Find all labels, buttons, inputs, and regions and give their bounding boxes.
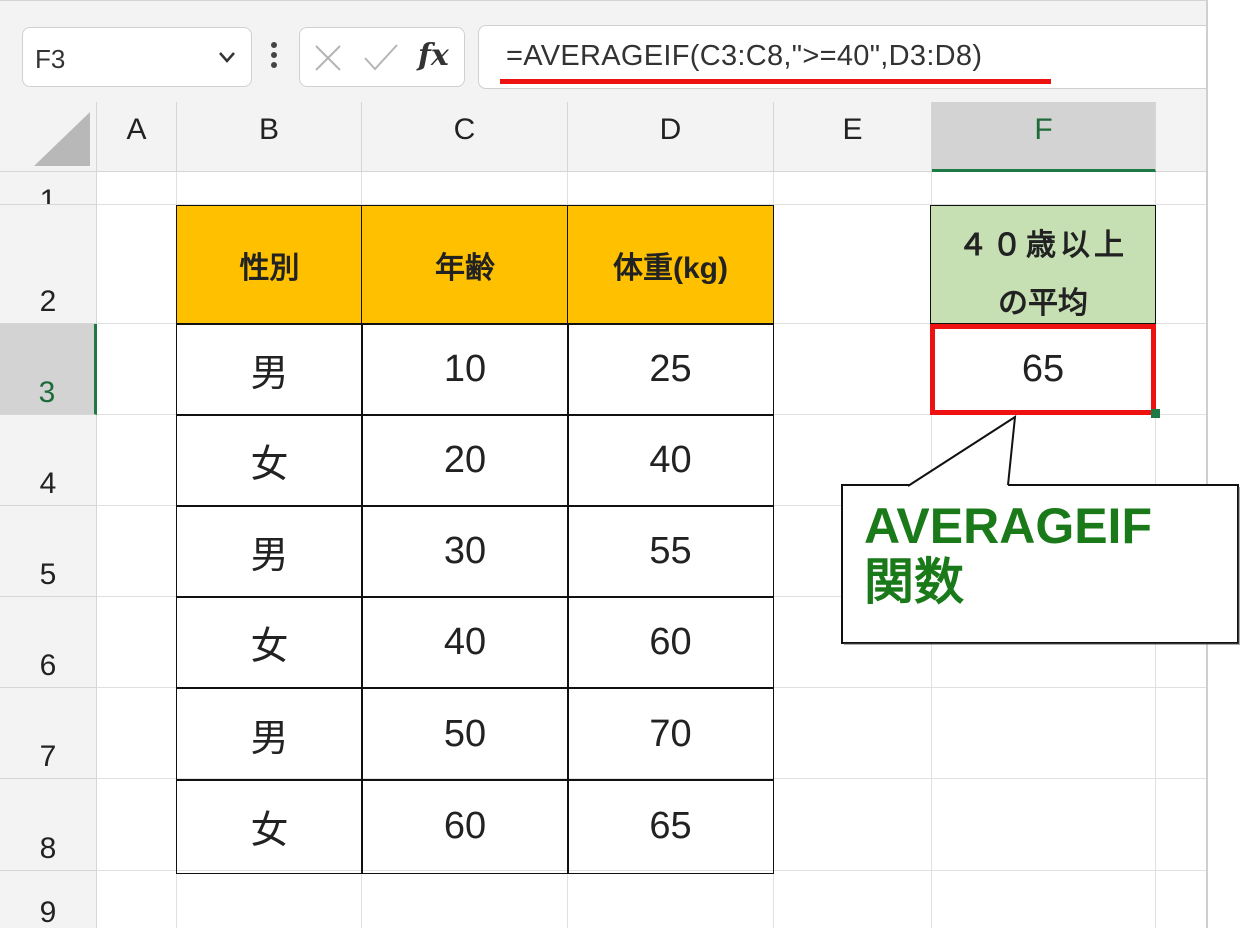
- formula-text: =AVERAGEIF(C3:C8,">=40",D3:D8): [506, 40, 983, 72]
- callout-text: AVERAGEIF 関数: [864, 498, 1224, 610]
- table-cell[interactable]: 70: [567, 687, 774, 781]
- row-header-3[interactable]: 3: [0, 324, 97, 415]
- result-header-line2: の平均: [998, 287, 1088, 320]
- callout-line2: 関数: [864, 554, 964, 610]
- cancel-icon[interactable]: [312, 42, 344, 74]
- row-header-5-label: 5: [39, 558, 57, 591]
- column-header-c[interactable]: C: [362, 102, 568, 172]
- table-cell[interactable]: 男: [176, 323, 363, 416]
- row-header-1[interactable]: 1: [0, 172, 97, 205]
- select-all-corner[interactable]: [0, 102, 97, 172]
- table-cell[interactable]: 25: [567, 323, 774, 416]
- table-cell[interactable]: 55: [567, 505, 774, 598]
- table-cell[interactable]: 40: [361, 596, 569, 689]
- row-header-6-label: 6: [39, 649, 57, 682]
- table-cell[interactable]: 10: [361, 323, 569, 416]
- table-cell[interactable]: 60: [361, 779, 569, 874]
- row-header-9-label: 9: [39, 896, 57, 928]
- row-header-2[interactable]: 2: [0, 205, 97, 324]
- result-header-line1: ４０歳以上: [958, 229, 1128, 262]
- column-header-g[interactable]: [1156, 102, 1206, 172]
- row-header-3-label: 3: [38, 376, 56, 409]
- header-cell-gender[interactable]: 性別: [176, 205, 363, 325]
- row-header-7[interactable]: 7: [0, 688, 97, 779]
- result-header-cell[interactable]: ４０歳以上 の平均: [930, 205, 1156, 324]
- header-cell-weight[interactable]: 体重(kg): [567, 205, 774, 325]
- column-header-b[interactable]: B: [177, 102, 362, 172]
- formula-bar: F3 fx =AVERAGEIF(C3:C8,">=40",D3:D8): [0, 0, 1206, 103]
- table-cell[interactable]: 男: [176, 687, 363, 781]
- column-header-e[interactable]: E: [774, 102, 932, 172]
- callout-line1: AVERAGEIF: [864, 498, 1152, 554]
- column-header-d[interactable]: D: [568, 102, 774, 172]
- header-cell-age[interactable]: 年齢: [361, 205, 569, 325]
- table-cell[interactable]: 30: [361, 505, 569, 598]
- table-cell[interactable]: 女: [176, 414, 363, 507]
- more-options-icon[interactable]: [268, 37, 280, 73]
- table-cell[interactable]: 女: [176, 779, 363, 874]
- chevron-down-icon[interactable]: [217, 42, 237, 72]
- table-cell[interactable]: 男: [176, 505, 363, 598]
- row-header-5[interactable]: 5: [0, 506, 97, 597]
- column-header-f[interactable]: F: [932, 102, 1156, 172]
- insert-function-button[interactable]: fx: [418, 38, 449, 73]
- table-cell[interactable]: 50: [361, 687, 569, 781]
- row-header-4-label: 4: [39, 467, 57, 500]
- row-header-6[interactable]: 6: [0, 597, 97, 688]
- row-header-2-label: 2: [39, 285, 57, 318]
- row-header-4[interactable]: 4: [0, 415, 97, 506]
- row-header-8-label: 8: [39, 832, 57, 865]
- formula-buttons: fx: [299, 27, 465, 87]
- column-header-a[interactable]: A: [97, 102, 177, 172]
- name-box[interactable]: F3: [22, 27, 252, 87]
- name-box-value: F3: [35, 44, 66, 74]
- table-cell[interactable]: 65: [567, 779, 774, 874]
- result-cell-f3[interactable]: 65: [930, 324, 1156, 415]
- enter-check-icon[interactable]: [362, 42, 400, 74]
- row-header-9[interactable]: 9: [0, 871, 97, 928]
- select-all-triangle-icon: [34, 112, 90, 166]
- row-header-1-label: 1: [39, 184, 57, 205]
- formula-red-underline: [500, 79, 1051, 84]
- table-cell[interactable]: 60: [567, 596, 774, 689]
- row-header-8[interactable]: 8: [0, 779, 97, 871]
- table-cell[interactable]: 40: [567, 414, 774, 507]
- table-cell[interactable]: 女: [176, 596, 363, 689]
- table-cell[interactable]: 20: [361, 414, 569, 507]
- row-header-7-label: 7: [39, 740, 57, 773]
